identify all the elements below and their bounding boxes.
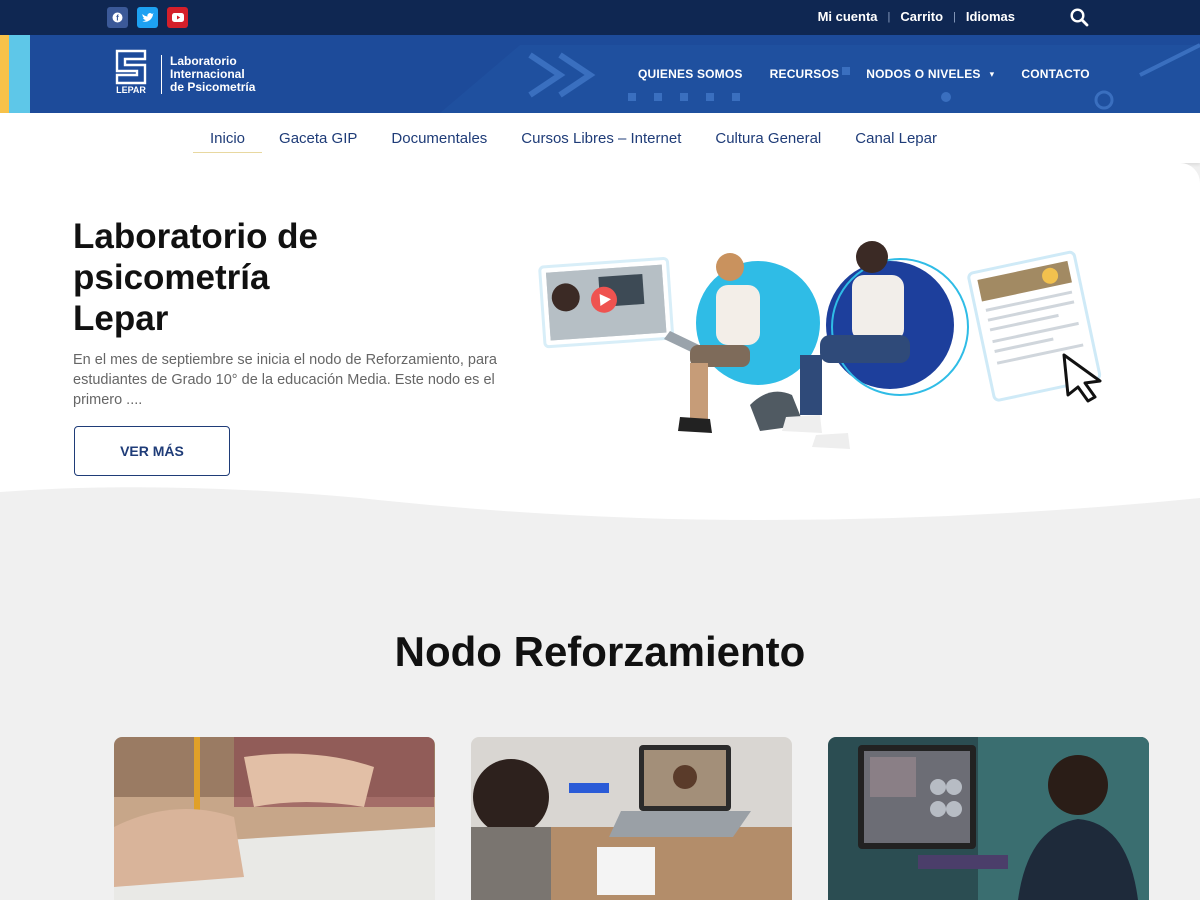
course-card[interactable] [471, 737, 792, 900]
accent-stripe-yellow [0, 35, 9, 113]
idiomas-link[interactable]: Idiomas [966, 9, 1015, 24]
carrito-link[interactable]: Carrito [900, 9, 943, 24]
logo-line: Internacional [170, 66, 245, 81]
ver-mas-button[interactable]: VER MÁS [74, 426, 230, 476]
search-button[interactable] [1062, 0, 1096, 35]
card-image [114, 737, 435, 900]
logo-mark-label: LEPAR [116, 85, 146, 95]
logo-text: Laboratorio Internacional de Psicometría [161, 53, 256, 94]
social-links: f [107, 7, 188, 28]
hero-title-line: Lepar [73, 299, 169, 338]
separator: | [953, 10, 956, 23]
card-image [471, 737, 792, 900]
nav-quienes-somos[interactable]: QUIENES SOMOS [638, 67, 743, 81]
hero-title: Laboratorio de psicometría Lepar [73, 216, 453, 339]
mi-cuenta-link[interactable]: Mi cuenta [818, 9, 878, 24]
nav-contacto[interactable]: CONTACTO [1021, 67, 1090, 81]
section-wave-divider [0, 487, 1200, 540]
nav-label: RECURSOS [769, 67, 840, 81]
nav-recursos[interactable]: RECURSOS [770, 67, 840, 81]
nav-nodos-o-niveles[interactable]: NODOS O NIVELES ▾ [866, 67, 994, 81]
logo-line: de Psicometría [170, 79, 256, 94]
tab-gaceta-gip[interactable]: Gaceta GIP [262, 113, 374, 163]
card-image [828, 737, 1149, 900]
hero-title-line: psicometría [73, 258, 270, 297]
hero-illustration [538, 241, 1102, 449]
hero-title-line: Laboratorio de [73, 217, 319, 256]
hero-description: En el mes de septiembre se inicia el nod… [73, 352, 497, 408]
section-title: Nodo Reforzamiento [394, 628, 806, 675]
nav-label: QUIENES SOMOS [638, 67, 743, 81]
svg-text:f: f [116, 14, 119, 23]
tab-cultura-general[interactable]: Cultura General [698, 113, 838, 163]
separator: | [887, 10, 891, 23]
tab-cursos-libres[interactable]: Cursos Libres – Internet [504, 113, 698, 163]
accent-stripe-cyan [9, 35, 30, 113]
sub-nav: Inicio Gaceta GIP Documentales Cursos Li… [0, 113, 1200, 163]
nav-label: CONTACTO [1021, 67, 1090, 81]
tab-documentales[interactable]: Documentales [374, 113, 504, 163]
search-icon [1069, 8, 1088, 27]
nav-label: NODOS O NIVELES [866, 67, 981, 81]
youtube-icon[interactable] [167, 7, 188, 28]
site-logo[interactable]: LEPAR Laboratorio Internacional de Psico… [113, 49, 255, 99]
tab-canal-lepar[interactable]: Canal Lepar [838, 113, 954, 163]
top-bar: f Mi cuenta | Carrito | Idiomas [0, 0, 1200, 35]
course-card[interactable] [114, 737, 435, 900]
main-nav: QUIENES SOMOS RECURSOS NODOS O NIVELES ▾ … [638, 67, 1117, 81]
lepar-logo-icon: LEPAR [113, 49, 149, 99]
facebook-icon[interactable]: f [107, 7, 128, 28]
course-card[interactable] [828, 737, 1149, 900]
account-nav: Mi cuenta | Carrito | Idiomas [818, 9, 1015, 24]
logo-line: Laboratorio [170, 53, 237, 68]
tab-inicio[interactable]: Inicio [193, 113, 263, 163]
twitter-icon[interactable] [137, 7, 158, 28]
chevron-down-icon: ▾ [989, 68, 995, 79]
